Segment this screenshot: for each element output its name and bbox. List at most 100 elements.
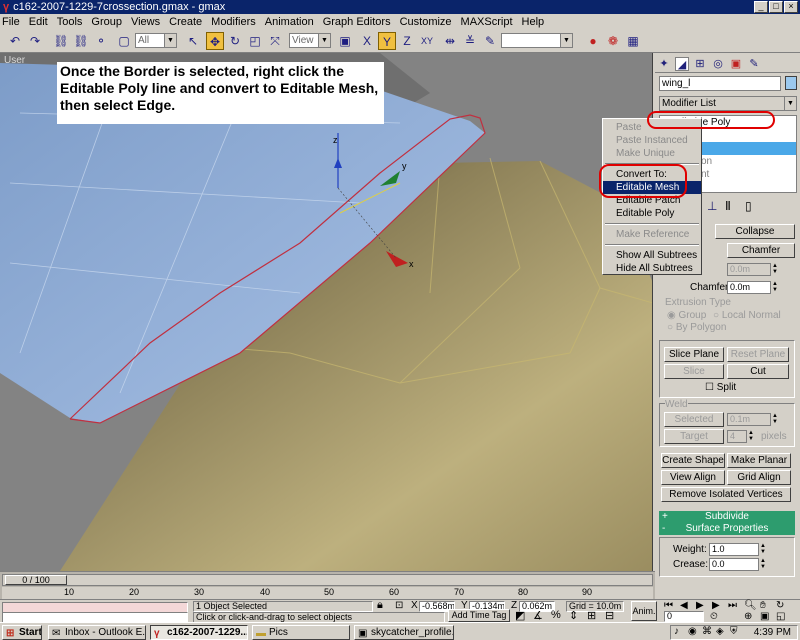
target-pixels-spinner[interactable]: 4	[727, 430, 747, 443]
close-button[interactable]: ×	[784, 1, 798, 13]
spinner-arrows-icon[interactable]: ▲ ▼	[771, 263, 779, 276]
remove-isolated-vertices-button[interactable]: Remove Isolated Vertices	[661, 487, 791, 502]
task-pics[interactable]: ▬ Pics	[252, 625, 350, 640]
collapse-button[interactable]: Collapse	[715, 224, 795, 239]
edit-named-selection-icon[interactable]: ⊟	[605, 609, 614, 622]
task-gmax[interactable]: ү c162-2007-1229...	[150, 625, 248, 640]
add-time-tag-button[interactable]: Add Time Tag	[448, 609, 510, 622]
menu-tools[interactable]: Tools	[57, 16, 83, 28]
zoom-icon[interactable]: 🔍︎	[744, 600, 757, 611]
undo-icon[interactable]: ↶	[6, 32, 24, 50]
menu-file[interactable]: File	[2, 16, 20, 28]
motion-tab-icon[interactable]: ◎	[711, 57, 725, 71]
menu-item-editable-poly[interactable]: Editable Poly	[603, 207, 701, 220]
modify-tab-icon[interactable]: ◢	[675, 57, 689, 71]
select-manipulate-icon[interactable]: ⤧	[266, 32, 284, 50]
object-name-input[interactable]: wing_l	[659, 76, 781, 91]
chamfer-toggle-button[interactable]: Chamfer	[727, 243, 795, 258]
tray-icon[interactable]: ◉	[688, 626, 697, 637]
menu-item-hide-all-subtrees[interactable]: Hide All Subtrees	[603, 262, 701, 275]
weld-target-button[interactable]: Target	[664, 429, 724, 444]
menu-item-paste-instanced[interactable]: Paste Instanced	[603, 134, 701, 147]
slice-plane-button[interactable]: Slice Plane	[664, 347, 724, 362]
reset-plane-button[interactable]: Reset Plane	[727, 347, 789, 362]
redo-icon[interactable]: ↷	[26, 32, 44, 50]
menu-help[interactable]: Help	[522, 16, 545, 28]
next-frame-icon[interactable]: ▶	[712, 600, 720, 611]
chamfer-spinner[interactable]: 0.0m	[727, 281, 771, 294]
select-scale-icon[interactable]: ◰	[246, 32, 264, 50]
named-selection-dropdown[interactable]: ▼	[501, 33, 573, 48]
spinner-arrows-icon[interactable]: ▲ ▼	[759, 558, 767, 571]
cut-button[interactable]: Cut	[727, 364, 789, 379]
weld-selected-button[interactable]: Selected	[664, 412, 724, 427]
menu-item-show-all-subtrees[interactable]: Show All Subtrees	[603, 249, 701, 262]
reference-coord-dropdown[interactable]: View ▼	[289, 33, 331, 48]
maximize-button[interactable]: □	[769, 1, 783, 13]
view-align-button[interactable]: View Align	[661, 470, 725, 485]
spinner-arrows-icon[interactable]: ▲ ▼	[747, 430, 755, 443]
show-end-result-icon[interactable]: Ⅱ	[725, 199, 731, 213]
menu-create[interactable]: Create	[169, 16, 202, 28]
previous-frame-icon[interactable]: ◀	[680, 600, 688, 611]
material-editor-icon[interactable]: ●	[584, 32, 602, 50]
tray-icon[interactable]: ♪	[674, 626, 679, 637]
task-outlook[interactable]: ✉ Inbox - Outlook E...	[48, 625, 146, 640]
menu-item-make-reference[interactable]: Make Reference	[603, 228, 701, 241]
slice-button[interactable]: Slice	[664, 364, 724, 379]
zoom-all-icon[interactable]: ⊕	[744, 611, 752, 622]
zoom-extents-icon[interactable]: ▣	[760, 611, 769, 622]
time-config-icon[interactable]: ⏲	[710, 611, 718, 622]
extrude-spinner[interactable]: 0.0m	[727, 263, 771, 276]
remove-modifier-icon[interactable]: ▯	[745, 199, 752, 213]
tray-icon[interactable]: ⌘	[702, 626, 712, 637]
play-icon[interactable]: ▶	[696, 600, 704, 611]
render-icon[interactable]: ❁	[604, 32, 622, 50]
menu-graph-editors[interactable]: Graph Editors	[323, 16, 391, 28]
percent-snap-icon[interactable]: %	[551, 609, 561, 621]
pin-stack-icon[interactable]: ⊥	[707, 199, 717, 213]
minimize-button[interactable]: _	[754, 1, 768, 13]
menu-customize[interactable]: Customize	[400, 16, 452, 28]
select-object-icon[interactable]: ↖	[184, 32, 202, 50]
time-slider-thumb[interactable]: 0 / 100	[5, 575, 67, 585]
go-to-end-icon[interactable]: ⏭	[728, 600, 737, 611]
create-tab-icon[interactable]: ✦	[657, 57, 671, 71]
weld-threshold-spinner[interactable]: 0.1m	[727, 413, 771, 426]
mirror-icon[interactable]: ⇹	[441, 32, 459, 50]
maximize-viewport-icon[interactable]: ◱	[776, 611, 785, 622]
viewport-label[interactable]: User	[4, 55, 25, 66]
task-skycatcher[interactable]: ▣ skycatcher_profile....	[354, 625, 454, 640]
local-normal-radio[interactable]: ○ Local Normal	[713, 310, 781, 321]
menu-maxscript[interactable]: MAXScript	[461, 16, 513, 28]
timeline-ruler[interactable]: 10 20 30 40 50 60 70 80 90	[2, 587, 653, 599]
spinner-arrows-icon[interactable]: ▲ ▼	[759, 543, 767, 556]
create-shape-button[interactable]: Create Shape	[661, 453, 725, 468]
tray-icon[interactable]: ◈	[716, 626, 724, 637]
restrict-y-button[interactable]: Y	[378, 32, 396, 50]
named-selection-icon[interactable]: ✎	[481, 32, 499, 50]
go-to-start-icon[interactable]: ⏮	[664, 600, 673, 611]
restrict-z-button[interactable]: Z	[398, 32, 416, 50]
menu-group[interactable]: Group	[91, 16, 122, 28]
snap-toggle-icon[interactable]: ◩	[515, 609, 525, 622]
split-checkbox[interactable]: ☐ Split	[705, 382, 736, 393]
spinner-snap-icon[interactable]: ⇕	[569, 609, 578, 622]
absolute-mode-icon[interactable]: ⊡	[395, 600, 403, 611]
crease-spinner[interactable]: 0.0	[709, 558, 759, 571]
subdivide-rollout[interactable]: + Subdivide	[659, 511, 795, 523]
lock-selection-icon[interactable]: 🔒︎	[377, 599, 383, 612]
select-link-icon[interactable]: ⛓	[52, 32, 70, 50]
quick-render-icon[interactable]: ▦	[624, 32, 642, 50]
animate-button[interactable]: Anim.	[631, 601, 657, 621]
axis-constraint-icon[interactable]: ⊞	[587, 609, 596, 622]
angle-snap-icon[interactable]: ∡	[533, 609, 543, 622]
surface-properties-rollout[interactable]: - Surface Properties	[659, 523, 795, 535]
display-tab-icon[interactable]: ▣	[729, 57, 743, 71]
menu-item-make-unique[interactable]: Make Unique	[603, 147, 701, 160]
select-move-icon[interactable]: ✥	[206, 32, 224, 50]
pan-icon[interactable]: ✋︎	[760, 600, 766, 611]
menu-animation[interactable]: Animation	[265, 16, 314, 28]
by-polygon-radio[interactable]: ○ By Polygon	[667, 322, 726, 333]
grid-align-button[interactable]: Grid Align	[727, 470, 791, 485]
